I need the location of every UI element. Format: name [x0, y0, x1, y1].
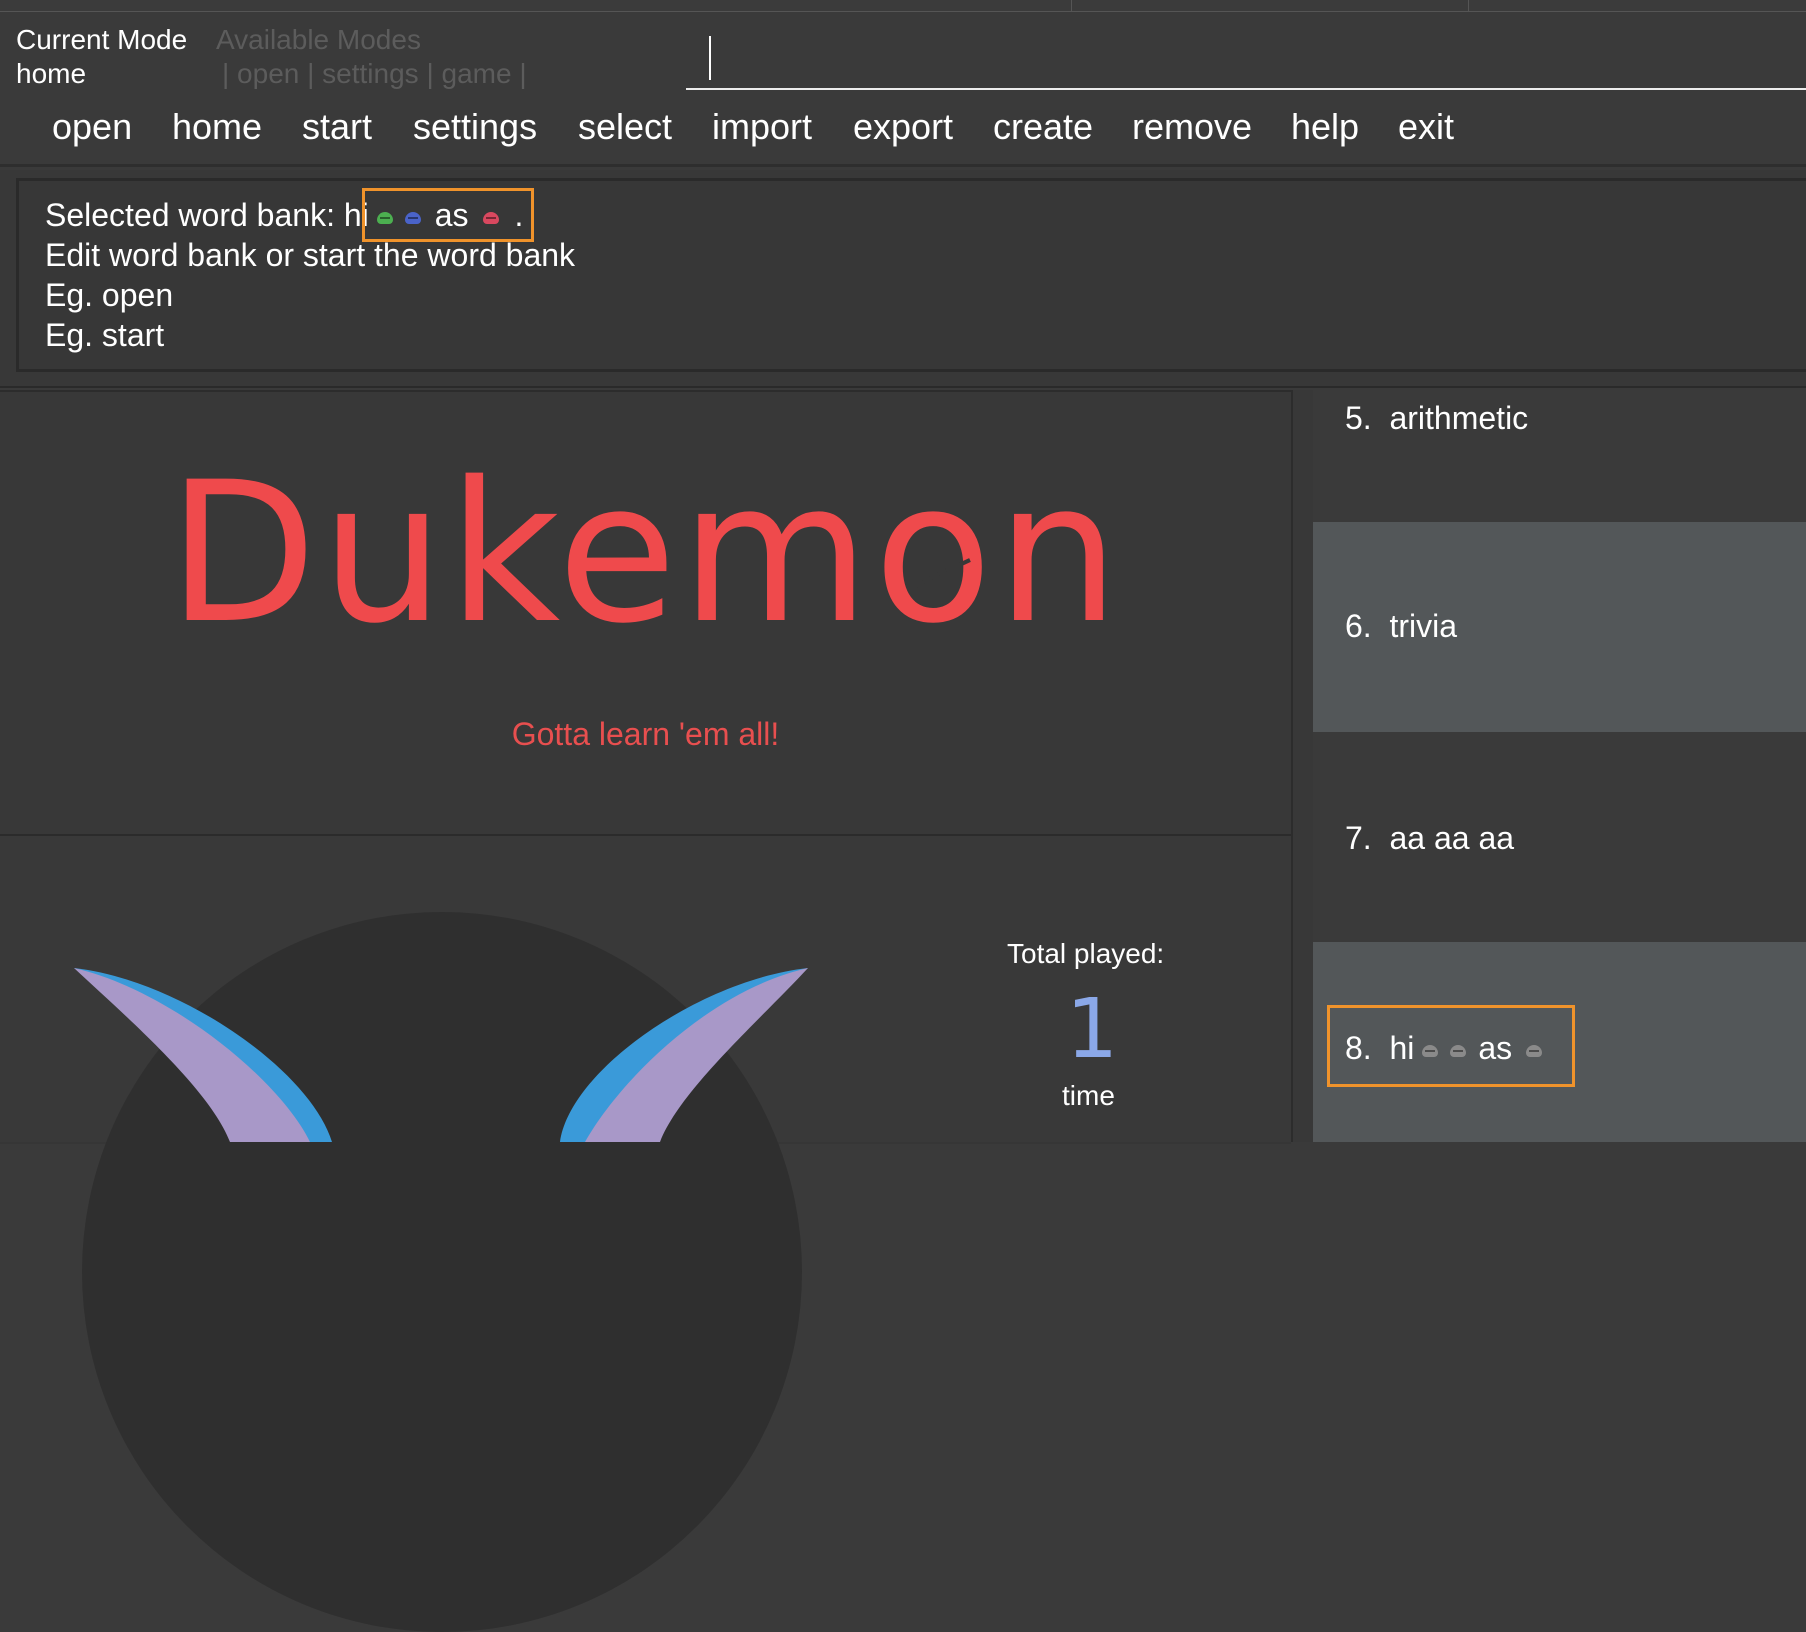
result-selected-prefix: Selected word bank: hi: [45, 197, 369, 233]
pokeball-line-icon: [915, 558, 971, 588]
total-played-value: 1: [1066, 982, 1119, 1077]
result-line-example-start: Eg. start: [45, 317, 165, 353]
total-played-unit: time: [1062, 1080, 1115, 1111]
result-line-example-open: Eg. open: [45, 277, 174, 313]
app-title: Dukemon: [167, 440, 1124, 666]
strip-divider: [1468, 0, 1469, 11]
result-line-edit: Edit word bank or start the word bank: [45, 237, 576, 273]
highlight-box: [362, 188, 534, 242]
menu-item-open[interactable]: open: [52, 106, 132, 148]
highlight-box: [1327, 1005, 1575, 1087]
menu-item-start[interactable]: start: [302, 106, 372, 148]
window-top-strip: [0, 0, 1806, 12]
total-played-label: Total played:: [1007, 938, 1165, 969]
current-mode-value: home: [16, 58, 87, 89]
menu-item-select[interactable]: select: [578, 106, 672, 148]
mascot-horns-icon: [74, 968, 808, 1142]
menu-item-remove[interactable]: remove: [1132, 106, 1252, 148]
current-mode-label: Current Mode: [16, 24, 188, 55]
text-caret: [709, 36, 711, 80]
menu-item-help[interactable]: help: [1291, 106, 1359, 148]
list-item-label: 5. arithmetic: [1345, 400, 1529, 436]
app-tagline: Gotta learn 'em all!: [511, 716, 780, 752]
list-item-label: 6. trivia: [1345, 608, 1458, 644]
menu-item-import[interactable]: import: [712, 106, 812, 148]
menu-item-home[interactable]: home: [172, 106, 262, 148]
list-item[interactable]: 5. arithmetic: [1313, 390, 1806, 522]
available-modes-label: Available Modes: [216, 24, 421, 55]
command-input[interactable]: [686, 16, 1806, 90]
list-item[interactable]: 6. trivia: [1313, 522, 1806, 732]
menu-bar: open home start settings select import e…: [0, 94, 1806, 167]
menu-item-create[interactable]: create: [993, 106, 1093, 148]
available-modes-value: | open | settings | game |: [222, 58, 527, 89]
menu-item-settings[interactable]: settings: [413, 106, 537, 148]
result-display-box: Selected word bank: hi as. Edit word bank…: [16, 178, 1806, 372]
strip-divider: [1071, 0, 1072, 11]
menu-item-exit[interactable]: exit: [1398, 106, 1454, 148]
menu-item-export[interactable]: export: [853, 106, 953, 148]
list-item[interactable]: 7. aa aa aa: [1313, 732, 1806, 942]
list-item-label: 7. aa aa aa: [1345, 820, 1515, 856]
